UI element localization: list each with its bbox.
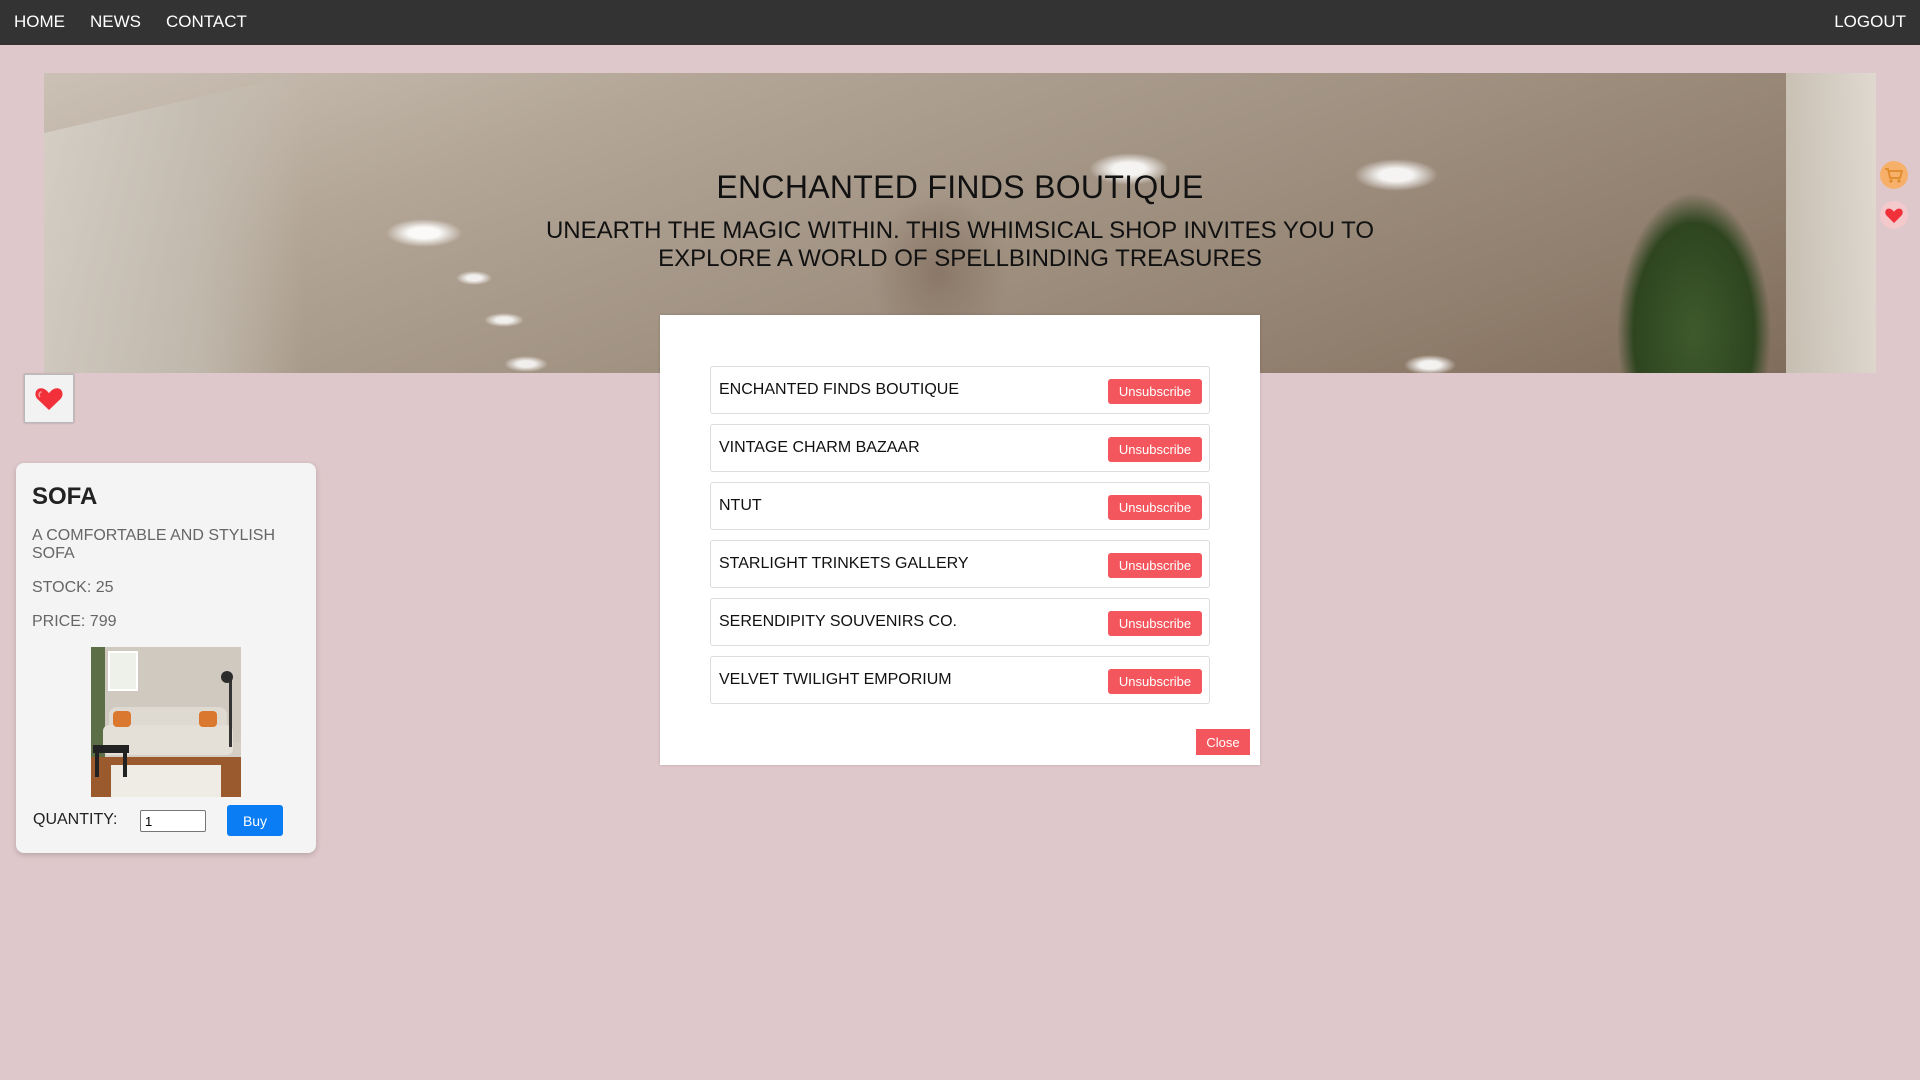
hero-background-wall bbox=[1786, 73, 1876, 373]
subscription-item: SERENDIPITY SOUVENIRS CO. Unsubscribe bbox=[710, 598, 1210, 646]
sofa-image bbox=[91, 647, 241, 797]
hero-title: ENCHANTED FINDS BOUTIQUE bbox=[716, 169, 1204, 205]
unsubscribe-button[interactable]: Unsubscribe bbox=[1108, 379, 1202, 404]
subscriptions-modal: ENCHANTED FINDS BOUTIQUE Unsubscribe VIN… bbox=[660, 315, 1260, 765]
favorites-toggle-button[interactable] bbox=[24, 374, 74, 423]
product-name: SOFA bbox=[32, 483, 98, 510]
subscription-name: VINTAGE CHARM BAZAAR bbox=[719, 439, 920, 456]
nav-news-link[interactable]: NEWS bbox=[90, 0, 141, 45]
hero-subtitle: UNEARTH THE MAGIC WITHIN. THIS WHIMSICAL… bbox=[545, 217, 1375, 272]
heart-icon bbox=[35, 388, 63, 410]
product-card: SOFA A COMFORTABLE AND STYLISH SOFA STOC… bbox=[16, 463, 316, 853]
subscription-item: NTUT Unsubscribe bbox=[710, 482, 1210, 530]
subscription-item: STARLIGHT TRINKETS GALLERY Unsubscribe bbox=[710, 540, 1210, 588]
subscription-item: VINTAGE CHARM BAZAAR Unsubscribe bbox=[710, 424, 1210, 472]
subscription-item: VELVET TWILIGHT EMPORIUM Unsubscribe bbox=[710, 656, 1210, 704]
buy-button[interactable]: Buy bbox=[227, 805, 283, 836]
nav-logout-link[interactable]: LOGOUT bbox=[1834, 0, 1906, 45]
subscription-name: NTUT bbox=[719, 497, 762, 514]
subscription-name: SERENDIPITY SOUVENIRS CO. bbox=[719, 613, 957, 630]
quantity-label: QUANTITY: bbox=[33, 811, 118, 828]
cart-icon-graphic bbox=[1885, 168, 1903, 183]
product-stock: STOCK: 25 bbox=[32, 579, 114, 596]
hero-background-wall bbox=[44, 73, 304, 373]
unsubscribe-button[interactable]: Unsubscribe bbox=[1108, 437, 1202, 462]
subscription-item: ENCHANTED FINDS BOUTIQUE Unsubscribe bbox=[710, 366, 1210, 414]
heart-icon-graphic bbox=[1885, 208, 1903, 223]
product-image bbox=[91, 647, 241, 797]
unsubscribe-button[interactable]: Unsubscribe bbox=[1108, 495, 1202, 520]
top-navigation-bar: HOME NEWS CONTACT LOGOUT bbox=[0, 0, 1920, 45]
subscription-name: VELVET TWILIGHT EMPORIUM bbox=[719, 671, 952, 688]
close-modal-button[interactable]: Close bbox=[1196, 729, 1250, 755]
cart-icon[interactable] bbox=[1880, 161, 1908, 189]
nav-contact-link[interactable]: CONTACT bbox=[166, 0, 247, 45]
unsubscribe-button[interactable]: Unsubscribe bbox=[1108, 611, 1202, 636]
unsubscribe-button[interactable]: Unsubscribe bbox=[1108, 669, 1202, 694]
subscription-name: ENCHANTED FINDS BOUTIQUE bbox=[719, 381, 960, 398]
subscription-name: STARLIGHT TRINKETS GALLERY bbox=[719, 555, 969, 572]
product-description: A COMFORTABLE AND STYLISH SOFA bbox=[32, 527, 276, 562]
product-price: PRICE: 799 bbox=[32, 613, 117, 630]
unsubscribe-button[interactable]: Unsubscribe bbox=[1108, 553, 1202, 578]
quantity-input[interactable] bbox=[140, 810, 206, 832]
nav-home-link[interactable]: HOME bbox=[14, 0, 65, 45]
heart-icon[interactable] bbox=[1880, 201, 1908, 229]
